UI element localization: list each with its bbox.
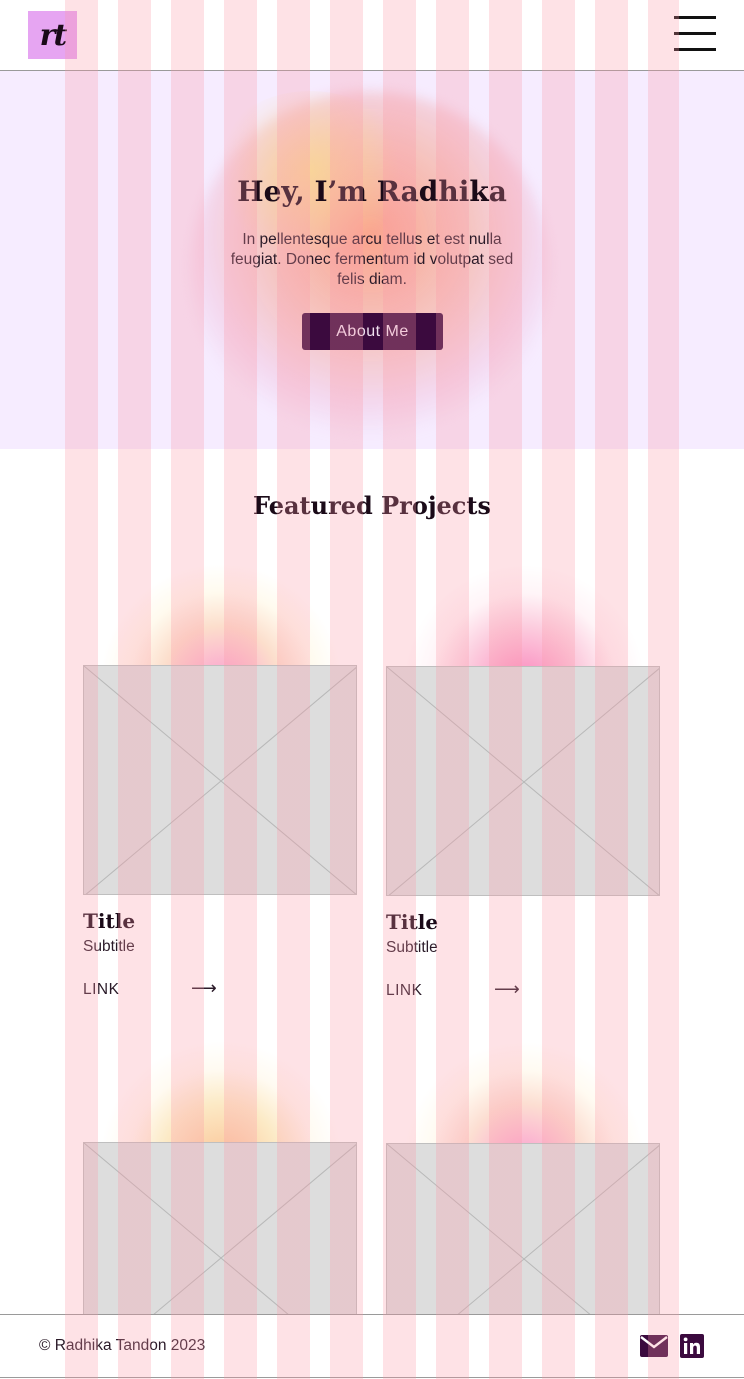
card-link-label: LINK bbox=[386, 982, 423, 999]
project-image-placeholder[interactable] bbox=[386, 666, 660, 896]
about-me-button[interactable]: About Me bbox=[302, 313, 443, 350]
featured-projects-heading: Featured Projects bbox=[253, 491, 491, 520]
menu-bar bbox=[674, 32, 716, 35]
hero-description: In pellentesque arcu tellus et est nulla… bbox=[230, 231, 514, 288]
card-subtitle: Subtitle bbox=[83, 938, 135, 955]
menu-bar bbox=[674, 48, 716, 51]
card-subtitle: Subtitle bbox=[386, 939, 438, 956]
hero-section: Hey, I’m Radhika In pellentesque arcu te… bbox=[0, 71, 744, 449]
placeholder-cross-icon bbox=[84, 666, 356, 894]
card-title: Title bbox=[386, 910, 439, 934]
site-header: rt bbox=[0, 0, 744, 71]
site-footer: © Radhika Tandon 2023 bbox=[0, 1314, 744, 1378]
linkedin-icon[interactable] bbox=[680, 1334, 704, 1358]
project-image-placeholder[interactable] bbox=[83, 665, 357, 895]
menu-bar bbox=[674, 16, 716, 19]
card-link-label: LINK bbox=[83, 981, 120, 998]
mail-icon[interactable] bbox=[640, 1335, 668, 1357]
logo[interactable]: rt bbox=[28, 11, 77, 59]
placeholder-cross-icon bbox=[387, 667, 659, 895]
hero-gradient-highlight bbox=[210, 91, 410, 251]
copyright-text: © Radhika Tandon 2023 bbox=[39, 1337, 206, 1354]
arrow-right-icon: ⟶ bbox=[494, 979, 521, 999]
hamburger-menu-icon[interactable] bbox=[674, 16, 716, 52]
hero-title: Hey, I’m Radhika bbox=[237, 175, 507, 208]
card-link[interactable]: LINK ⟶ bbox=[83, 978, 217, 1003]
card-title: Title bbox=[83, 909, 136, 933]
card-link[interactable]: LINK ⟶ bbox=[386, 979, 520, 1004]
arrow-right-icon: ⟶ bbox=[191, 978, 218, 998]
